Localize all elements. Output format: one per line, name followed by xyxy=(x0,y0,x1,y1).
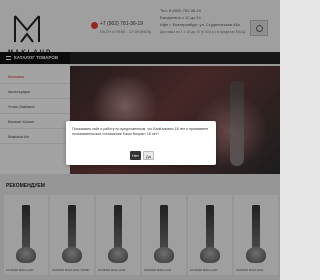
age-verification-modal: Показывать сайт и работу по предложенным… xyxy=(66,121,216,165)
yes-button[interactable]: Да xyxy=(143,151,154,160)
no-button[interactable]: Нет xyxy=(130,151,141,160)
age-question-text: Показывать сайт и работу по предложенным… xyxy=(72,127,209,136)
